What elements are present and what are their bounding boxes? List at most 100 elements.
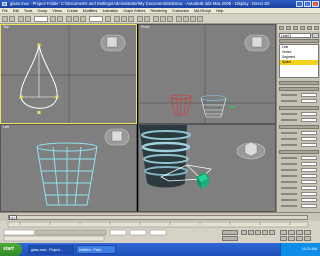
field-of-view-icon[interactable] bbox=[288, 236, 295, 241]
mirror-icon[interactable] bbox=[137, 16, 143, 22]
display-tab-icon[interactable] bbox=[307, 26, 312, 30]
motion-tab-icon[interactable] bbox=[300, 26, 305, 30]
start-button[interactable]: start bbox=[0, 243, 22, 256]
maximize-icon[interactable]: □ bbox=[304, 1, 311, 7]
maximize-viewport-icon[interactable] bbox=[304, 236, 311, 241]
taskbar-item-3dsmax[interactable]: glass.max - Project... bbox=[28, 245, 74, 254]
unlink-icon[interactable] bbox=[25, 16, 31, 22]
interpolation-rollout[interactable] bbox=[279, 106, 319, 110]
utilities-tab-icon[interactable] bbox=[314, 26, 319, 30]
angle-snap-icon[interactable] bbox=[121, 16, 127, 22]
param-field[interactable] bbox=[301, 204, 317, 208]
walkthrough-icon[interactable] bbox=[296, 236, 303, 241]
object-name-field[interactable]: Line01 bbox=[279, 33, 311, 38]
viewport-front[interactable]: Front bbox=[138, 24, 276, 124]
modify-tab-icon[interactable] bbox=[286, 26, 291, 30]
link-icon[interactable] bbox=[18, 16, 24, 22]
param-field[interactable] bbox=[301, 162, 317, 166]
viewport-left[interactable]: Left bbox=[0, 124, 137, 212]
object-color-swatch[interactable] bbox=[312, 33, 319, 38]
param-field[interactable] bbox=[301, 186, 317, 190]
scale-icon[interactable] bbox=[80, 16, 86, 22]
system-tray-clock[interactable]: 10:24 AM bbox=[280, 243, 320, 256]
redo-icon[interactable] bbox=[9, 16, 15, 22]
modifier-stack[interactable]: Line Vertex Segment Spline bbox=[279, 44, 319, 78]
orbit-icon[interactable] bbox=[304, 230, 311, 235]
curve-editor-icon[interactable] bbox=[160, 16, 166, 22]
param-field[interactable] bbox=[301, 112, 317, 116]
menu-tools[interactable]: Tools bbox=[24, 9, 32, 13]
align-icon[interactable] bbox=[144, 16, 150, 22]
hierarchy-tab-icon[interactable] bbox=[293, 26, 298, 30]
menu-group[interactable]: Group bbox=[37, 9, 47, 13]
selection-rollout[interactable] bbox=[279, 125, 319, 129]
go-to-start-icon[interactable] bbox=[241, 230, 247, 235]
modifier-list-dropdown[interactable] bbox=[279, 39, 319, 43]
time-slider-track[interactable] bbox=[8, 215, 308, 220]
param-field[interactable] bbox=[301, 118, 317, 122]
pivot-icon[interactable] bbox=[105, 16, 111, 22]
time-slider-bar: 0 / 100 bbox=[0, 212, 320, 224]
go-to-end-icon[interactable] bbox=[269, 230, 275, 235]
menu-help[interactable]: Help bbox=[216, 9, 223, 13]
time-slider-thumb[interactable]: 0 / 100 bbox=[9, 215, 17, 224]
menu-graph-editors[interactable]: Graph Editors bbox=[123, 9, 145, 13]
create-tab-icon[interactable] bbox=[279, 26, 284, 30]
zoom-all-icon[interactable] bbox=[288, 230, 295, 235]
viewport-top[interactable]: Top bbox=[0, 24, 137, 124]
app-icon[interactable] bbox=[2, 2, 7, 6]
select-object-icon[interactable] bbox=[50, 16, 56, 22]
next-frame-icon[interactable] bbox=[262, 230, 268, 235]
param-field[interactable] bbox=[301, 156, 317, 160]
auto-key-button[interactable] bbox=[222, 230, 238, 235]
zoom-extents-icon[interactable] bbox=[280, 236, 287, 241]
param-field[interactable] bbox=[301, 131, 317, 135]
stack-controls[interactable] bbox=[279, 81, 319, 85]
modifier-stack-item-selected[interactable]: Spline bbox=[280, 60, 318, 65]
select-by-name-icon[interactable] bbox=[57, 16, 63, 22]
undo-icon[interactable] bbox=[2, 16, 8, 22]
quick-render-icon[interactable] bbox=[197, 16, 203, 22]
param-field[interactable] bbox=[301, 168, 317, 172]
render-frame-icon[interactable] bbox=[190, 16, 196, 22]
param-field[interactable] bbox=[301, 174, 317, 178]
param-field[interactable] bbox=[301, 99, 317, 103]
viewport-perspective[interactable]: Perspective bbox=[138, 124, 276, 212]
rotate-icon[interactable] bbox=[73, 16, 79, 22]
percent-snap-icon[interactable] bbox=[128, 16, 134, 22]
previous-frame-icon[interactable] bbox=[248, 230, 254, 235]
menu-views[interactable]: Views bbox=[52, 9, 62, 13]
menu-file[interactable]: File bbox=[2, 9, 8, 13]
reference-coordinate-dropdown[interactable] bbox=[89, 16, 103, 22]
close-icon[interactable]: × bbox=[312, 1, 319, 7]
material-editor-icon[interactable] bbox=[176, 16, 182, 22]
menu-edit[interactable]: Edit bbox=[13, 9, 19, 13]
menu-create[interactable]: Create bbox=[67, 9, 78, 13]
menu-modifiers[interactable]: Modifiers bbox=[83, 9, 98, 13]
rendering-rollout[interactable] bbox=[279, 87, 319, 91]
param-field[interactable] bbox=[301, 93, 317, 97]
param-field[interactable] bbox=[301, 180, 317, 184]
command-panel-tabs bbox=[278, 25, 320, 31]
render-setup-icon[interactable] bbox=[183, 16, 189, 22]
move-icon[interactable] bbox=[66, 16, 72, 22]
param-field[interactable] bbox=[301, 143, 317, 147]
zoom-icon[interactable] bbox=[280, 230, 287, 235]
menu-maxscript[interactable]: MAXScript bbox=[194, 9, 211, 13]
taskbar-item-paint[interactable]: Untitled - Paint bbox=[76, 245, 116, 254]
snap-icon[interactable] bbox=[114, 16, 120, 22]
param-field[interactable] bbox=[301, 137, 317, 141]
menu-animation[interactable]: Animation bbox=[102, 9, 118, 13]
layer-manager-icon[interactable] bbox=[153, 16, 159, 22]
set-key-button[interactable] bbox=[222, 236, 238, 241]
minimize-icon[interactable]: _ bbox=[296, 1, 303, 7]
menu-rendering[interactable]: Rendering bbox=[150, 9, 167, 13]
geometry-rollout[interactable] bbox=[279, 150, 319, 154]
pan-icon[interactable] bbox=[296, 230, 303, 235]
schematic-view-icon[interactable] bbox=[167, 16, 173, 22]
play-icon[interactable] bbox=[255, 230, 261, 235]
menu-customize[interactable]: Customize bbox=[172, 9, 189, 13]
param-field[interactable] bbox=[301, 192, 317, 196]
selection-filter-dropdown[interactable] bbox=[34, 16, 48, 22]
param-field[interactable] bbox=[301, 198, 317, 202]
